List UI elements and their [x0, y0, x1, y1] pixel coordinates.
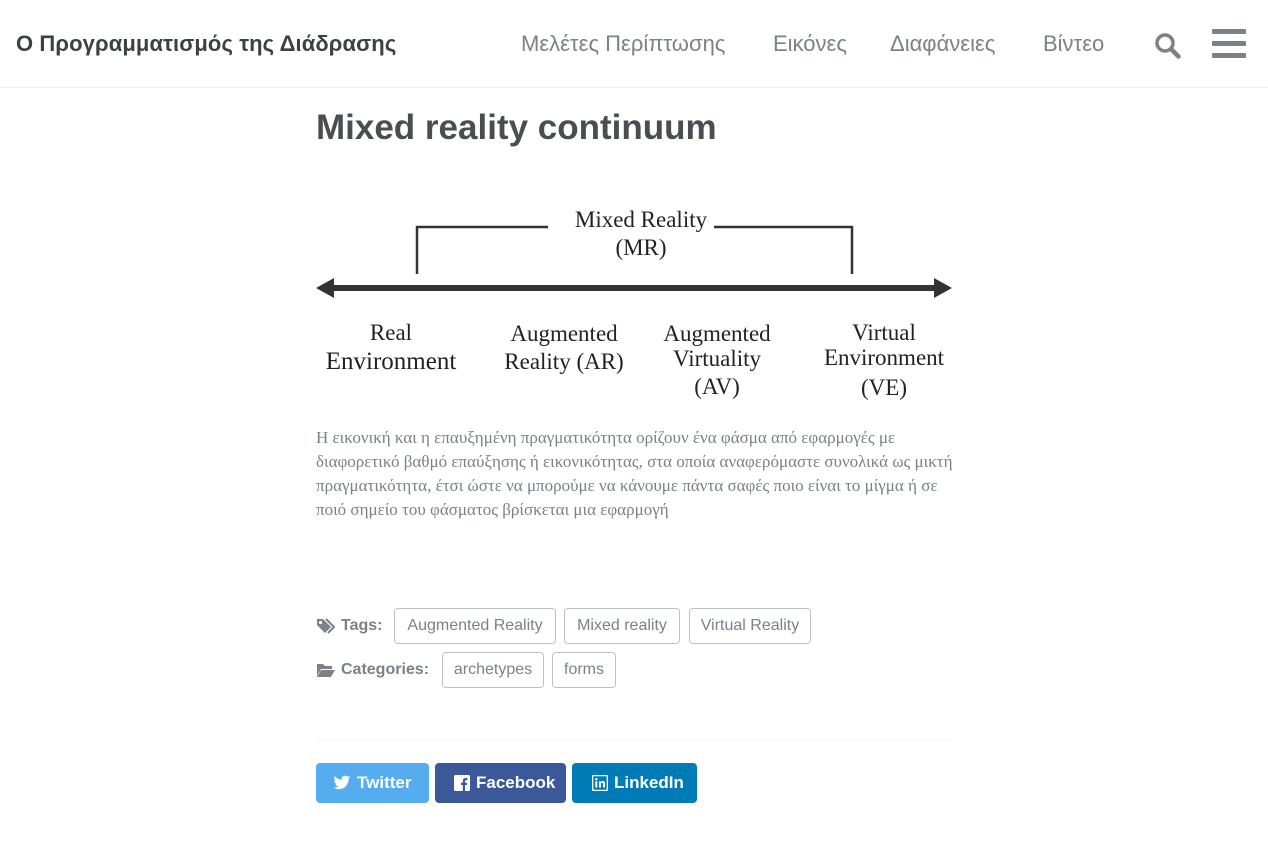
- nav-link-case-studies[interactable]: Μελέτες Περίπτωσης: [521, 31, 725, 57]
- search-icon: [1155, 33, 1181, 59]
- stage-label-line: (AV): [694, 374, 740, 399]
- mixed-reality-continuum-figure: Mixed Reality (MR) Real Environment Augm…: [316, 207, 952, 400]
- stage-augmented-virtuality: Augmented Virtuality (AV): [663, 321, 771, 399]
- share-twitter-label: Twitter: [357, 773, 412, 792]
- tag-virtual-reality[interactable]: Virtual Reality: [689, 608, 811, 644]
- mr-bracket-label-abbrev: (MR): [615, 235, 666, 260]
- tags-icon: [317, 618, 336, 634]
- stage-real-environment: Real Environment: [326, 320, 457, 375]
- menu-button[interactable]: [1212, 29, 1246, 59]
- folder-open-icon: [317, 664, 335, 677]
- stage-label-line: Virtuality: [673, 346, 762, 371]
- nav-link-videos[interactable]: Βίντεο: [1043, 31, 1104, 57]
- stage-label-line: Environment: [824, 345, 945, 370]
- stage-label-line: Real: [370, 320, 412, 345]
- hamburger-icon: [1212, 29, 1246, 34]
- stage-label-line: Environment: [326, 348, 457, 375]
- linkedin-icon: [592, 775, 608, 791]
- masthead: Ο Προγραμματισμός της Διάδρασης Μελέτες …: [0, 0, 1268, 88]
- search-button[interactable]: [1154, 32, 1182, 60]
- stage-label-line: (VE): [861, 375, 907, 400]
- share-facebook-button[interactable]: Facebook: [435, 763, 566, 803]
- categories-row: Categories: archetypes forms: [316, 652, 636, 688]
- facebook-icon: [454, 775, 470, 791]
- stage-label-line: Augmented: [510, 321, 618, 346]
- nav-link-slides[interactable]: Διαφάνειες: [890, 31, 995, 57]
- site-title[interactable]: Ο Προγραμματισμός της Διάδρασης: [16, 31, 396, 57]
- hamburger-icon-bar: [1212, 41, 1246, 46]
- stage-label-line: Augmented: [663, 321, 771, 346]
- categories-label: Categories:: [341, 661, 430, 678]
- tags-label: Tags:: [341, 617, 383, 634]
- stage-label-line: Virtual: [852, 320, 916, 345]
- image-description: Η εικονική και η επαυξημένη πραγματικότη…: [316, 428, 953, 519]
- share-twitter-button[interactable]: Twitter: [316, 763, 429, 803]
- share-linkedin-button[interactable]: LinkedIn: [572, 763, 697, 803]
- share-linkedin-label: LinkedIn: [614, 773, 684, 792]
- tag-augmented-reality[interactable]: Augmented Reality: [394, 608, 556, 644]
- mr-bracket-label: Mixed Reality: [575, 207, 708, 232]
- tags-row: Tags: Augmented Reality Mixed reality Vi…: [316, 608, 816, 644]
- hamburger-icon-bar: [1212, 53, 1246, 58]
- continuum-arrow: [316, 278, 952, 298]
- divider: [316, 740, 952, 741]
- nav-link-images[interactable]: Εικόνες: [773, 31, 847, 57]
- stage-augmented-reality: Augmented Reality (AR): [504, 321, 623, 374]
- twitter-icon: [333, 775, 351, 790]
- category-archetypes[interactable]: archetypes: [442, 652, 544, 688]
- category-forms[interactable]: forms: [552, 652, 616, 688]
- page-title: Mixed reality continuum: [316, 108, 717, 147]
- stage-virtual-environment: Virtual Environment (VE): [824, 320, 945, 400]
- stage-label-line: Reality (AR): [504, 349, 623, 374]
- share-facebook-label: Facebook: [476, 773, 556, 792]
- tag-mixed-reality[interactable]: Mixed reality: [564, 608, 680, 644]
